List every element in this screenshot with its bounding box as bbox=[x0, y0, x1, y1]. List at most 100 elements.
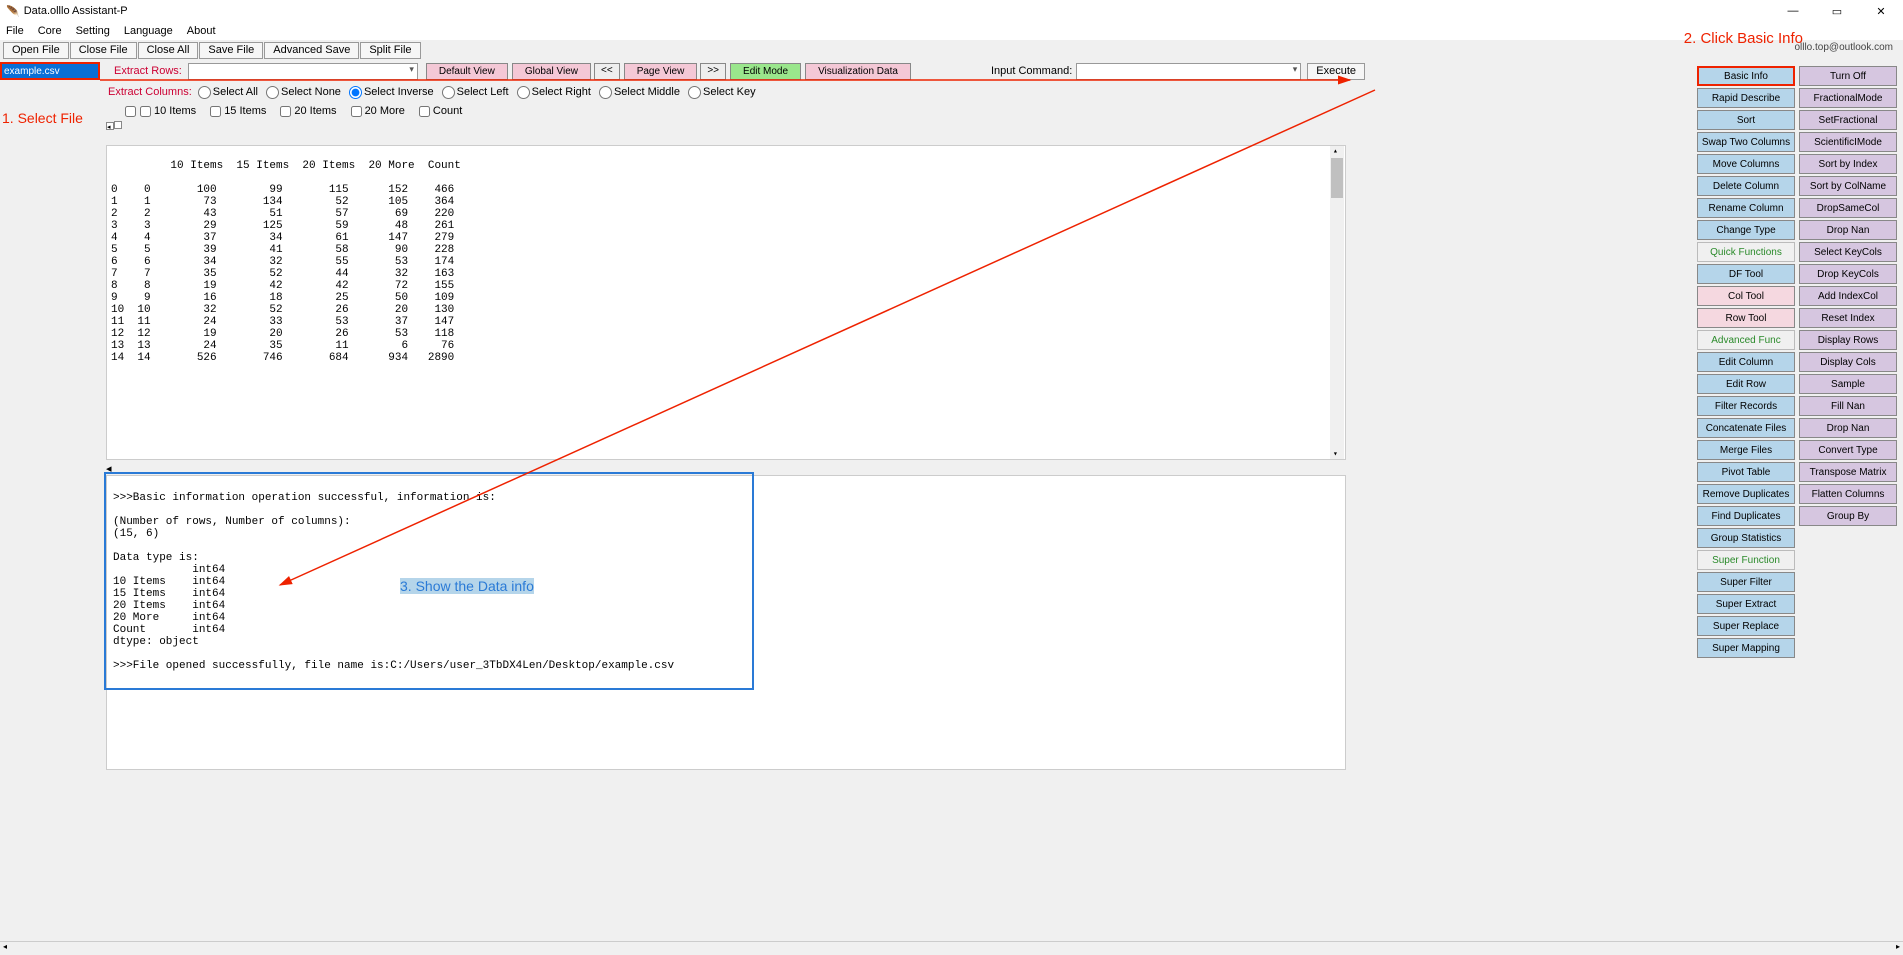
global-view-button[interactable]: Global View bbox=[512, 63, 591, 80]
col-checkbox-4[interactable]: 20 More bbox=[351, 105, 405, 117]
menu-core[interactable]: Core bbox=[38, 25, 62, 37]
default-view-button[interactable]: Default View bbox=[426, 63, 508, 80]
edit-column-button[interactable]: Edit Column bbox=[1697, 352, 1795, 372]
window-title: Data.olllo Assistant-P bbox=[24, 5, 128, 17]
select-keycols-button[interactable]: Select KeyCols bbox=[1799, 242, 1897, 262]
move-columns-button[interactable]: Move Columns bbox=[1697, 154, 1795, 174]
output-line: >>>Basic information operation successfu… bbox=[113, 492, 1339, 504]
split-file-button[interactable]: Split File bbox=[360, 42, 420, 59]
page-view-button[interactable]: Page View bbox=[624, 63, 698, 80]
minimize-button[interactable]: — bbox=[1771, 0, 1815, 22]
fill-nan-button[interactable]: Fill Nan bbox=[1799, 396, 1897, 416]
rapid-describe-button[interactable]: Rapid Describe bbox=[1697, 88, 1795, 108]
vertical-scrollbar[interactable] bbox=[1330, 146, 1344, 459]
save-file-button[interactable]: Save File bbox=[199, 42, 263, 59]
col-checkbox-3[interactable]: 20 Items bbox=[280, 105, 336, 117]
super-filter-button[interactable]: Super Filter bbox=[1697, 572, 1795, 592]
col-checkbox-1[interactable]: 10 Items bbox=[140, 105, 196, 117]
select-left-radio[interactable]: Select Left bbox=[442, 86, 509, 99]
col-tool-button[interactable]: Col Tool bbox=[1697, 286, 1795, 306]
output-line: 20 More int64 bbox=[113, 612, 1339, 624]
menu-about[interactable]: About bbox=[187, 25, 216, 37]
concatenate-files-button[interactable]: Concatenate Files bbox=[1697, 418, 1795, 438]
splitter-tab[interactable]: ◂ bbox=[106, 463, 112, 475]
output-line: int64 bbox=[113, 564, 1339, 576]
edit-row-button[interactable]: Edit Row bbox=[1697, 374, 1795, 394]
filter-records-button[interactable]: Filter Records bbox=[1697, 396, 1795, 416]
merge-files-button[interactable]: Merge Files bbox=[1697, 440, 1795, 460]
visualization-button[interactable]: Visualization Data bbox=[805, 63, 911, 80]
super-replace-button[interactable]: Super Replace bbox=[1697, 616, 1795, 636]
maximize-button[interactable]: ▭ bbox=[1815, 0, 1859, 22]
select-right-radio[interactable]: Select Right bbox=[517, 86, 591, 99]
drop-nan-button[interactable]: Drop Nan bbox=[1799, 418, 1897, 438]
data-view[interactable]: 10 Items 15 Items 20 Items 20 More Count… bbox=[106, 145, 1346, 460]
sort-by-colname-button[interactable]: Sort by ColName bbox=[1799, 176, 1897, 196]
advanced-save-button[interactable]: Advanced Save bbox=[264, 42, 359, 59]
convert-type-button[interactable]: Convert Type bbox=[1799, 440, 1897, 460]
execute-button[interactable]: Execute bbox=[1307, 63, 1365, 80]
open-file-button[interactable]: Open File bbox=[3, 42, 69, 59]
turn-off-button[interactable]: Turn Off bbox=[1799, 66, 1897, 86]
data-header: 10 Items 15 Items 20 Items 20 More Count bbox=[111, 160, 1341, 172]
row-tool-button[interactable]: Row Tool bbox=[1697, 308, 1795, 328]
select-middle-radio[interactable]: Select Middle bbox=[599, 86, 680, 99]
change-type-button[interactable]: Change Type bbox=[1697, 220, 1795, 240]
column-checkbox-row: 10 Items 15 Items 20 Items 20 More Count bbox=[0, 102, 1903, 120]
dropsamecol-button[interactable]: DropSameCol bbox=[1799, 198, 1897, 218]
swap-two-columns-button[interactable]: Swap Two Columns bbox=[1697, 132, 1795, 152]
super-function-button: Super Function bbox=[1697, 550, 1795, 570]
titlebar: 🪶 Data.olllo Assistant-P — ▭ ✕ bbox=[0, 0, 1903, 22]
setfractional-button[interactable]: SetFractional bbox=[1799, 110, 1897, 130]
output-pane[interactable]: >>>Basic information operation successfu… bbox=[106, 475, 1346, 770]
select-none-radio[interactable]: Select None bbox=[266, 86, 341, 99]
select-all-radio[interactable]: Select All bbox=[198, 86, 258, 99]
transpose-matrix-button[interactable]: Transpose Matrix bbox=[1799, 462, 1897, 482]
group-by-button[interactable]: Group By bbox=[1799, 506, 1897, 526]
edit-mode-button[interactable]: Edit Mode bbox=[730, 63, 801, 80]
master-checkbox[interactable] bbox=[125, 106, 136, 117]
remove-duplicates-button[interactable]: Remove Duplicates bbox=[1697, 484, 1795, 504]
data-row: 10 10 32 52 26 20 130 bbox=[111, 304, 1341, 316]
flatten-columns-button[interactable]: Flatten Columns bbox=[1799, 484, 1897, 504]
menubar: File Core Setting Language About bbox=[0, 22, 1903, 40]
menu-setting[interactable]: Setting bbox=[76, 25, 110, 37]
sort-button[interactable]: Sort bbox=[1697, 110, 1795, 130]
splitter-tab[interactable] bbox=[114, 121, 122, 129]
extract-rows-combo[interactable] bbox=[188, 63, 418, 80]
reset-index-button[interactable]: Reset Index bbox=[1799, 308, 1897, 328]
super-extract-button[interactable]: Super Extract bbox=[1697, 594, 1795, 614]
rename-column-button[interactable]: Rename Column bbox=[1697, 198, 1795, 218]
splitter-tab[interactable]: ◂ bbox=[106, 122, 114, 130]
display-rows-button[interactable]: Display Rows bbox=[1799, 330, 1897, 350]
drop-nan-button[interactable]: Drop Nan bbox=[1799, 220, 1897, 240]
basic-info-button[interactable]: Basic Info bbox=[1697, 66, 1795, 86]
horizontal-scrollbar[interactable] bbox=[0, 941, 1903, 955]
df-tool-button[interactable]: DF Tool bbox=[1697, 264, 1795, 284]
select-key-radio[interactable]: Select Key bbox=[688, 86, 756, 99]
sample-button[interactable]: Sample bbox=[1799, 374, 1897, 394]
delete-column-button[interactable]: Delete Column bbox=[1697, 176, 1795, 196]
find-duplicates-button[interactable]: Find Duplicates bbox=[1697, 506, 1795, 526]
group-statistics-button[interactable]: Group Statistics bbox=[1697, 528, 1795, 548]
sort-by-index-button[interactable]: Sort by Index bbox=[1799, 154, 1897, 174]
close-all-button[interactable]: Close All bbox=[138, 42, 199, 59]
display-cols-button[interactable]: Display Cols bbox=[1799, 352, 1897, 372]
menu-language[interactable]: Language bbox=[124, 25, 173, 37]
col-checkbox-5[interactable]: Count bbox=[419, 105, 462, 117]
prev-page-button[interactable]: << bbox=[594, 63, 620, 80]
add-indexcol-button[interactable]: Add IndexCol bbox=[1799, 286, 1897, 306]
command-input[interactable] bbox=[1076, 63, 1301, 80]
menu-file[interactable]: File bbox=[6, 25, 24, 37]
close-file-button[interactable]: Close File bbox=[70, 42, 137, 59]
close-button[interactable]: ✕ bbox=[1859, 0, 1903, 22]
next-page-button[interactable]: >> bbox=[700, 63, 726, 80]
col-checkbox-2[interactable]: 15 Items bbox=[210, 105, 266, 117]
super-mapping-button[interactable]: Super Mapping bbox=[1697, 638, 1795, 658]
file-selector[interactable]: example.csv bbox=[0, 62, 100, 80]
drop-keycols-button[interactable]: Drop KeyCols bbox=[1799, 264, 1897, 284]
scientificimode-button[interactable]: ScientificIMode bbox=[1799, 132, 1897, 152]
pivot-table-button[interactable]: Pivot Table bbox=[1697, 462, 1795, 482]
select-inverse-radio[interactable]: Select Inverse bbox=[349, 86, 434, 99]
fractionalmode-button[interactable]: FractionalMode bbox=[1799, 88, 1897, 108]
